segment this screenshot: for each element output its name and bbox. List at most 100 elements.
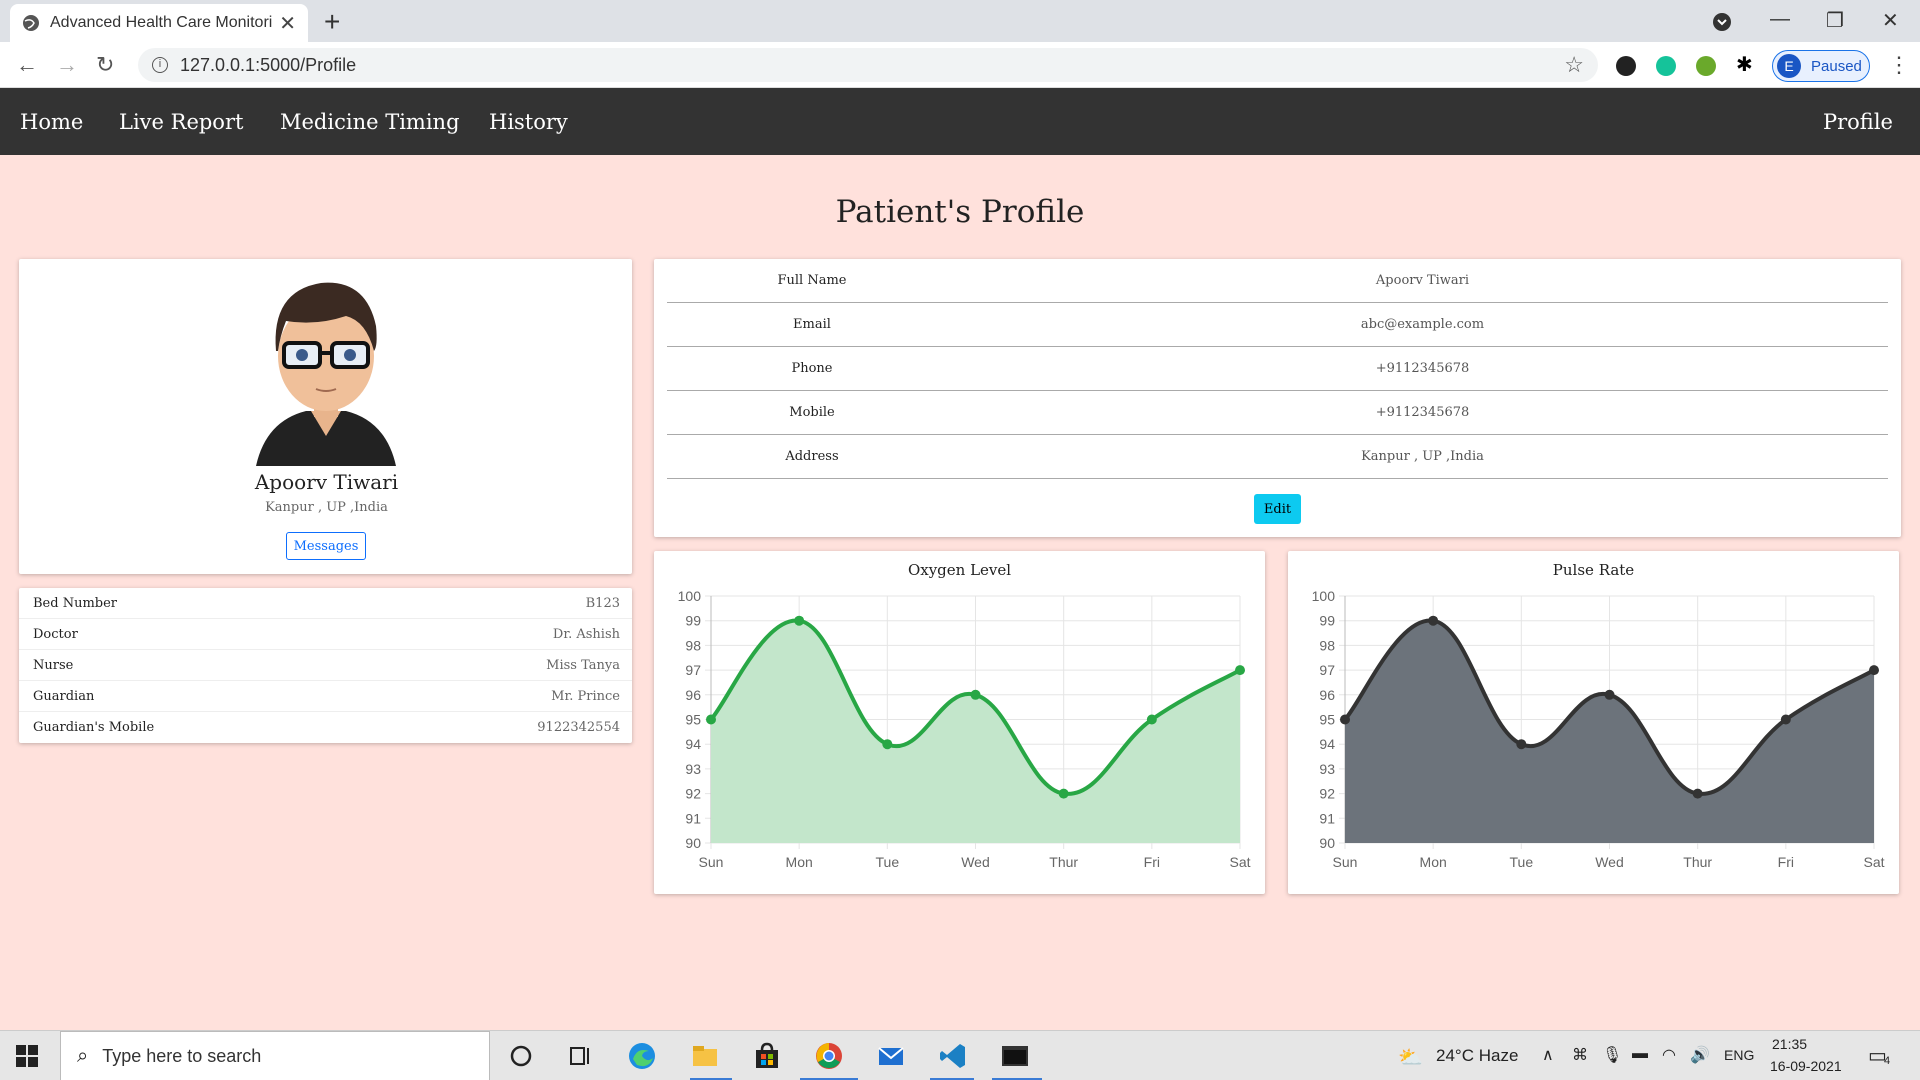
forward-icon[interactable]: →: [56, 52, 78, 78]
edge-icon[interactable]: [627, 1041, 657, 1071]
chrome-icon[interactable]: [814, 1041, 844, 1071]
network-icon[interactable]: ⌘: [1572, 1045, 1588, 1065]
messages-button[interactable]: Messages: [286, 532, 366, 560]
nav-history[interactable]: History: [489, 110, 568, 134]
puzzle-icon[interactable]: ✱: [1736, 52, 1756, 76]
patient-details-card: Full Name Apoorv Tiwari Email abc@example.…: [654, 259, 1901, 537]
profile-status: Paused: [1811, 57, 1862, 75]
taskbar-search[interactable]: ⌕ Type here to search: [60, 1031, 490, 1080]
y-tick-label: 95: [685, 712, 701, 728]
app-navbar: Home Live Report Medicine Timing History…: [0, 88, 1920, 155]
menu-icon[interactable]: ⋮: [1888, 52, 1910, 78]
chevron-up-icon[interactable]: ∧: [1542, 1045, 1554, 1065]
terminal-icon[interactable]: [1000, 1041, 1030, 1071]
y-tick-label: 94: [1319, 736, 1335, 752]
x-tick-label: Fri: [1778, 854, 1794, 870]
detail-row: Phone +9112345678: [667, 347, 1888, 391]
taskbar: ⌕ Type here to search ⛅ 24°C Haze ∧ ⌘ 🎙 …: [0, 1030, 1920, 1080]
y-tick-label: 100: [678, 588, 702, 604]
profile-button[interactable]: E Paused: [1772, 50, 1870, 82]
data-point: [1869, 665, 1879, 676]
patient-avatar-image: [256, 282, 396, 466]
x-tick-label: Sun: [699, 854, 724, 870]
x-tick-label: Mon: [1420, 854, 1447, 870]
language-indicator[interactable]: ENG: [1724, 1047, 1754, 1063]
data-point: [970, 689, 981, 700]
battery-icon[interactable]: ▬: [1632, 1045, 1648, 1063]
y-tick-label: 94: [685, 736, 701, 752]
task-view-icon[interactable]: [566, 1041, 596, 1071]
info-row: Guardian Mr. Prince: [19, 681, 632, 712]
nav-home[interactable]: Home: [20, 110, 83, 134]
reload-icon[interactable]: ↻: [96, 52, 114, 78]
close-window-icon[interactable]: ✕: [1882, 8, 1899, 33]
search-icon: ⌕: [77, 1044, 89, 1067]
y-tick-label: 98: [1319, 637, 1335, 653]
data-point: [1604, 689, 1615, 700]
y-tick-label: 96: [1319, 687, 1335, 703]
y-tick-label: 96: [685, 687, 701, 703]
data-point: [1235, 665, 1245, 676]
care-info-card: Bed Number B123 Doctor Dr. Ashish Nurse Mis…: [19, 588, 632, 743]
clock-date[interactable]: 16-09-2021: [1770, 1058, 1842, 1074]
extension-icon[interactable]: [1616, 56, 1636, 76]
x-tick-label: Thur: [1683, 854, 1712, 870]
wifi-icon[interactable]: ◠: [1662, 1045, 1676, 1065]
pulse-chart-card: Pulse Rate 90 91 92 93 94 95 96 97 98 99 100 Sun Mon…: [1288, 551, 1899, 894]
y-tick-label: 98: [685, 637, 701, 653]
nav-medicine-timing[interactable]: Medicine Timing: [280, 110, 460, 134]
oxygen-level-chart: 90 91 92 93 94 95 96 97 98 99 100 Sun Mon Tue Wed Thur F…: [678, 588, 1251, 870]
address-bar[interactable]: i 127.0.0.1:5000/Profile ☆: [138, 48, 1598, 82]
y-tick-label: 91: [1319, 810, 1335, 826]
site-info-icon[interactable]: i: [152, 57, 168, 73]
browser-tab[interactable]: Advanced Health Care Monitoring ✕: [10, 4, 308, 42]
microphone-icon[interactable]: 🎙: [1602, 1045, 1622, 1065]
close-tab-icon[interactable]: ✕: [279, 11, 296, 36]
x-tick-label: Sat: [1863, 854, 1884, 870]
back-icon[interactable]: ←: [16, 52, 38, 78]
oxygen-chart-card: Oxygen Level 90 91 92 93 94 95 96 97 98 99 100 Sun M…: [654, 551, 1265, 894]
cortana-icon[interactable]: [506, 1041, 536, 1071]
x-tick-label: Tue: [876, 854, 900, 870]
y-tick-label: 90: [1319, 835, 1335, 851]
volume-icon[interactable]: 🔊: [1690, 1045, 1710, 1065]
x-tick-label: Fri: [1144, 854, 1160, 870]
globe-icon: [23, 15, 39, 31]
data-point: [794, 615, 805, 626]
extension-plus-icon[interactable]: [1696, 56, 1716, 76]
detail-row: Address Kanpur , UP ,India: [667, 435, 1888, 479]
nav-profile[interactable]: Profile: [1823, 110, 1893, 134]
edit-button[interactable]: Edit: [1254, 494, 1301, 524]
clock-time[interactable]: 21:35: [1772, 1036, 1807, 1052]
y-tick-label: 100: [1312, 588, 1336, 604]
weather-icon[interactable]: ⛅: [1398, 1045, 1423, 1070]
url-text: 127.0.0.1:5000/Profile: [180, 54, 357, 75]
grammarly-icon[interactable]: [1656, 56, 1676, 76]
patient-location: Kanpur , UP ,India: [265, 500, 388, 515]
browser-tab-bar: Advanced Health Care Monitoring ✕ + — ❐ …: [0, 0, 1920, 42]
new-tab-icon[interactable]: +: [324, 6, 340, 38]
notification-count: 4: [1884, 1055, 1891, 1067]
x-tick-label: Mon: [786, 854, 813, 870]
bookmark-star-icon[interactable]: ☆: [1564, 52, 1584, 78]
store-icon[interactable]: [752, 1041, 782, 1071]
x-tick-label: Thur: [1049, 854, 1078, 870]
tab-search-icon[interactable]: [1712, 12, 1732, 32]
x-tick-label: Wed: [1595, 854, 1624, 870]
y-tick-label: 92: [1319, 786, 1335, 802]
windows-start-icon[interactable]: [16, 1045, 38, 1067]
nav-live-report[interactable]: Live Report: [119, 110, 243, 134]
mail-icon[interactable]: [876, 1041, 906, 1071]
minimize-icon[interactable]: —: [1770, 8, 1790, 31]
y-tick-label: 95: [1319, 712, 1335, 728]
info-row: Bed Number B123: [19, 588, 632, 619]
avatar-card: [19, 259, 632, 574]
file-explorer-icon[interactable]: [690, 1041, 720, 1071]
restore-icon[interactable]: ❐: [1826, 8, 1844, 33]
data-point: [1428, 615, 1439, 626]
info-row: Doctor Dr. Ashish: [19, 619, 632, 650]
vscode-icon[interactable]: [938, 1041, 968, 1071]
info-row: Nurse Miss Tanya: [19, 650, 632, 681]
weather-text[interactable]: 24°C Haze: [1436, 1046, 1518, 1066]
x-tick-label: Sun: [1333, 854, 1358, 870]
